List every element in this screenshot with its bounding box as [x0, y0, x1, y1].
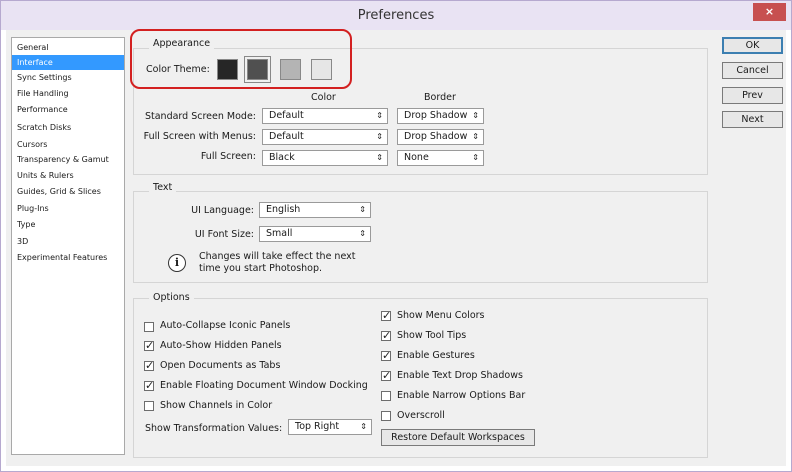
sidebar-item-guides-grid-slices[interactable]: Guides, Grid & Slices [12, 184, 124, 199]
enable-gestures-label: Enable Gestures [397, 350, 475, 361]
prev-button[interactable]: Prev [722, 87, 783, 104]
sidebar-item-sync-settings[interactable]: Sync Settings [12, 70, 124, 85]
close-button[interactable]: × [753, 3, 786, 21]
show-menu-colors-checkbox[interactable] [381, 309, 391, 322]
auto-collapse-checkbox[interactable] [144, 322, 154, 332]
auto-collapse-label: Auto-Collapse Iconic Panels [160, 320, 291, 331]
highlight-annotation [130, 29, 352, 89]
show-tool-tips-checkbox[interactable] [381, 329, 391, 342]
standard-screen-mode-label: Standard Screen Mode: [144, 111, 256, 122]
select-value: Small [266, 228, 293, 239]
full-screen-menus-border-select[interactable]: Drop Shadow ⇕ [397, 129, 484, 145]
color-column-header: Color [311, 92, 336, 103]
dropdown-arrow-icon: ⇕ [359, 205, 366, 214]
full-screen-border-select[interactable]: None ⇕ [397, 150, 484, 166]
transform-values-select[interactable]: Top Right ⇕ [288, 419, 372, 435]
show-tool-tips-label: Show Tool Tips [397, 330, 467, 341]
select-value: Drop Shadow [404, 131, 468, 142]
sidebar-item-plug-ins[interactable]: Plug-Ins [12, 201, 124, 216]
dropdown-arrow-icon: ⇕ [376, 132, 383, 141]
dropdown-arrow-icon: ⇕ [472, 132, 479, 141]
restart-notice-line-2: time you start Photoshop. [199, 263, 323, 274]
sidebar-item-type[interactable]: Type [12, 217, 124, 232]
sidebar-item-3d[interactable]: 3D [12, 234, 124, 249]
show-channels-color-checkbox[interactable] [144, 401, 154, 411]
sidebar-item-performance[interactable]: Performance [12, 102, 124, 117]
restart-notice-line-1: Changes will take effect the next [199, 251, 356, 262]
ui-language-label: UI Language: [191, 205, 254, 216]
enable-gestures-checkbox[interactable] [381, 349, 391, 362]
sidebar-item-file-handling[interactable]: File Handling [12, 86, 124, 101]
narrow-options-bar-checkbox[interactable] [381, 391, 391, 401]
sidebar-item-interface[interactable]: Interface [12, 55, 124, 70]
narrow-options-bar-label: Enable Narrow Options Bar [397, 390, 526, 401]
select-value: Default [269, 131, 304, 142]
standard-screen-border-select[interactable]: Drop Shadow ⇕ [397, 108, 484, 124]
info-icon: i [168, 254, 186, 272]
options-legend: Options [149, 292, 194, 303]
full-screen-label: Full Screen: [200, 151, 256, 162]
auto-show-hidden-label: Auto-Show Hidden Panels [160, 340, 282, 351]
select-value: Drop Shadow [404, 110, 468, 121]
border-column-header: Border [424, 92, 456, 103]
ok-button[interactable]: OK [722, 37, 783, 54]
sidebar-item-general[interactable]: General [12, 40, 124, 55]
overscroll-label: Overscroll [397, 410, 445, 421]
dropdown-arrow-icon: ⇕ [472, 153, 479, 162]
select-value: Black [269, 152, 295, 163]
dropdown-arrow-icon: ⇕ [359, 229, 366, 238]
show-menu-colors-label: Show Menu Colors [397, 310, 485, 321]
full-screen-menus-color-select[interactable]: Default ⇕ [262, 129, 388, 145]
dropdown-arrow-icon: ⇕ [472, 111, 479, 120]
next-button[interactable]: Next [722, 111, 783, 128]
select-value: Default [269, 110, 304, 121]
open-docs-tabs-label: Open Documents as Tabs [160, 360, 281, 371]
floating-doc-docking-label: Enable Floating Document Window Docking [160, 380, 368, 391]
select-value: None [404, 152, 429, 163]
dropdown-arrow-icon: ⇕ [376, 153, 383, 162]
select-value: English [266, 204, 301, 215]
ui-font-size-select[interactable]: Small ⇕ [259, 226, 371, 242]
dropdown-arrow-icon: ⇕ [376, 111, 383, 120]
restore-default-workspaces-button[interactable]: Restore Default Workspaces [381, 429, 535, 446]
overscroll-checkbox[interactable] [381, 411, 391, 421]
sidebar-item-units-rulers[interactable]: Units & Rulers [12, 168, 124, 183]
standard-screen-color-select[interactable]: Default ⇕ [262, 108, 388, 124]
full-screen-menus-label: Full Screen with Menus: [143, 131, 256, 142]
open-docs-tabs-checkbox[interactable] [144, 359, 154, 372]
dropdown-arrow-icon: ⇕ [360, 422, 367, 431]
sidebar-item-transparency-gamut[interactable]: Transparency & Gamut [12, 152, 124, 167]
floating-doc-docking-checkbox[interactable] [144, 379, 154, 392]
cancel-button[interactable]: Cancel [722, 62, 783, 79]
ui-font-size-label: UI Font Size: [194, 229, 254, 240]
text-drop-shadows-checkbox[interactable] [381, 369, 391, 382]
full-screen-color-select[interactable]: Black ⇕ [262, 150, 388, 166]
category-list[interactable]: General Interface Sync Settings File Han… [11, 37, 125, 455]
select-value: Top Right [295, 421, 340, 432]
text-drop-shadows-label: Enable Text Drop Shadows [397, 370, 523, 381]
text-legend: Text [149, 182, 177, 193]
window-title: Preferences [357, 8, 435, 23]
sidebar-item-scratch-disks[interactable]: Scratch Disks [12, 120, 124, 135]
sidebar-item-experimental-features[interactable]: Experimental Features [12, 250, 124, 265]
sidebar-item-cursors[interactable]: Cursors [12, 137, 124, 152]
transform-values-label: Show Transformation Values: [145, 423, 283, 434]
show-channels-color-label: Show Channels in Color [160, 400, 273, 411]
ui-language-select[interactable]: English ⇕ [259, 202, 371, 218]
auto-show-hidden-checkbox[interactable] [144, 339, 154, 352]
